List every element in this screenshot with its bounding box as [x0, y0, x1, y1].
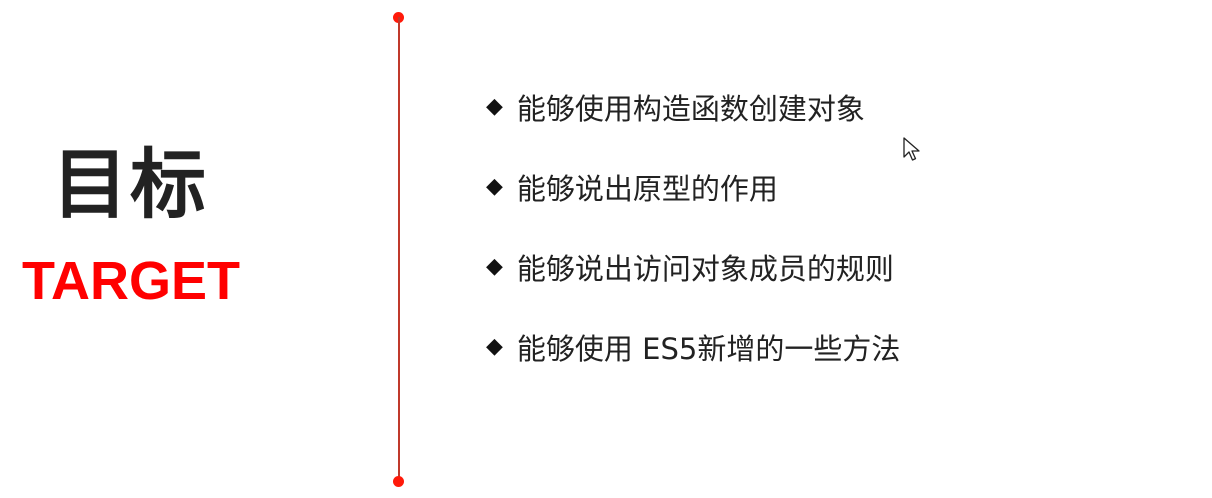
divider-bottom-dot [393, 476, 404, 487]
slide-title: 目标 [52, 140, 208, 229]
diamond-bullet-icon: ◆ [486, 254, 503, 279]
objective-item: ◆ 能够说出访问对象成员的规则 [486, 244, 900, 289]
objective-text: 能够使用 ES5新增的一些方法 [516, 331, 901, 366]
objective-text: 能够说出原型的作用 [516, 171, 778, 206]
objective-text: 能够使用构造函数创建对象 [516, 91, 865, 126]
diamond-bullet-icon: ◆ [486, 174, 503, 199]
mouse-pointer-icon [903, 137, 920, 161]
objective-text: 能够说出访问对象成员的规则 [516, 251, 894, 286]
slide-subtitle: TARGET [22, 251, 240, 311]
objective-item: ◆ 能够使用构造函数创建对象 [486, 84, 900, 129]
diamond-bullet-icon: ◆ [486, 334, 503, 359]
objective-item: ◆ 能够使用 ES5新增的一些方法 [486, 324, 900, 369]
diamond-bullet-icon: ◆ [486, 94, 503, 119]
vertical-divider [398, 17, 400, 482]
objectives-list: ◆ 能够使用构造函数创建对象 ◆ 能够说出原型的作用 ◆ 能够说出访问对象成员的… [486, 84, 900, 404]
objective-item: ◆ 能够说出原型的作用 [486, 164, 900, 209]
